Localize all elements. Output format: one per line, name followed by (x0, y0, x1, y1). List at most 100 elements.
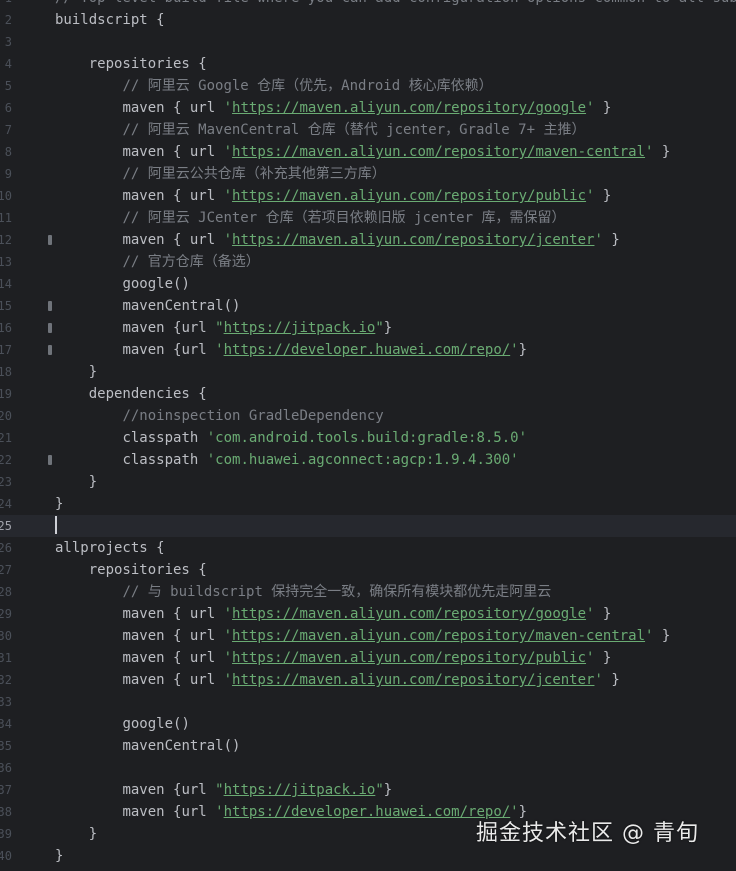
code-line[interactable]: 34 google() (0, 713, 736, 735)
code-text: maven { url (122, 672, 224, 688)
line-number: 19 (0, 387, 12, 401)
code-string: 'com.android.tools.build:gradle:8.5.0' (206, 430, 528, 446)
code-line[interactable]: 19 dependencies { (0, 383, 736, 405)
code-url[interactable]: https://maven.aliyun.com/repository/mave… (232, 628, 645, 644)
code-text: maven {url (122, 804, 216, 820)
code-line[interactable]: 12 maven { url 'https://maven.aliyun.com… (0, 229, 736, 251)
code-content: maven { url 'https://maven.aliyun.com/re… (55, 603, 611, 625)
code-url[interactable]: https://maven.aliyun.com/repository/jcen… (232, 672, 594, 688)
line-number: 5 (4, 79, 12, 93)
code-text: dependencies { (88, 386, 207, 402)
code-string: " (215, 782, 224, 798)
code-line[interactable]: 17 maven {url 'https://developer.huawei.… (0, 339, 736, 361)
code-url[interactable]: https://developer.huawei.com/repo/ (224, 804, 511, 820)
code-line[interactable]: 10 maven { url 'https://maven.aliyun.com… (0, 185, 736, 207)
code-line[interactable]: 5 // 阿里云 Google 仓库（优先，Android 核心库依赖） (0, 75, 736, 97)
line-number: 11 (0, 211, 12, 225)
line-number: 12 (0, 233, 12, 247)
code-line[interactable]: 27 repositories { (0, 559, 736, 581)
line-number: 24 (0, 497, 12, 511)
code-content: maven {url 'https://developer.huawei.com… (55, 801, 527, 823)
gutter-marker-icon[interactable] (48, 235, 52, 245)
code-line[interactable]: 40} (0, 845, 736, 867)
code-line[interactable]: 20 //noinspection GradleDependency (0, 405, 736, 427)
line-number: 28 (0, 585, 12, 599)
code-line[interactable]: 30 maven { url 'https://maven.aliyun.com… (0, 625, 736, 647)
code-string: ' (223, 650, 233, 666)
line-number: 29 (0, 607, 12, 621)
code-text: mavenCentral() (122, 298, 241, 314)
gutter-marker-icon[interactable] (48, 323, 52, 333)
code-content: // 阿里云 Google 仓库（优先，Android 核心库依赖） (55, 75, 493, 97)
code-url[interactable]: https://maven.aliyun.com/repository/goog… (232, 100, 586, 116)
line-number: 9 (4, 167, 12, 181)
code-url[interactable]: https://maven.aliyun.com/repository/publ… (232, 650, 586, 666)
code-line[interactable]: 6 maven { url 'https://maven.aliyun.com/… (0, 97, 736, 119)
line-number: 17 (0, 343, 12, 357)
code-url[interactable]: https://maven.aliyun.com/repository/publ… (232, 188, 586, 204)
code-content: // Top-level build file where you can ad… (55, 0, 736, 9)
gutter-marker-icon[interactable] (48, 455, 52, 465)
code-content: // 阿里云 JCenter 仓库（若项目依赖旧版 jcenter 库，需保留） (55, 207, 565, 229)
code-line[interactable]: 36 (0, 757, 736, 779)
gutter-marker-icon[interactable] (48, 345, 52, 355)
code-content: maven { url 'https://maven.aliyun.com/re… (55, 669, 620, 691)
line-number: 23 (0, 475, 12, 489)
code-line[interactable]: 33 (0, 691, 736, 713)
code-line[interactable]: 14 google() (0, 273, 736, 295)
code-line[interactable]: 37 maven {url "https://jitpack.io"} (0, 779, 736, 801)
code-line[interactable]: 29 maven { url 'https://maven.aliyun.com… (0, 603, 736, 625)
code-line[interactable]: 11 // 阿里云 JCenter 仓库（若项目依赖旧版 jcenter 库，需… (0, 207, 736, 229)
code-line[interactable]: 8 maven { url 'https://maven.aliyun.com/… (0, 141, 736, 163)
code-string: ' (223, 606, 233, 622)
gutter-marker-icon[interactable] (48, 301, 52, 311)
line-number: 1 (0, 0, 12, 9)
code-line[interactable]: 21 classpath 'com.android.tools.build:gr… (0, 427, 736, 449)
code-line[interactable]: 25 (0, 515, 736, 537)
code-line[interactable]: 13 // 官方仓库（备选） (0, 251, 736, 273)
code-line[interactable]: 23 } (0, 471, 736, 493)
code-comment: // 官方仓库（备选） (122, 254, 260, 270)
code-url[interactable]: https://maven.aliyun.com/repository/goog… (232, 606, 586, 622)
code-line[interactable]: 1 // Top-level build file where you can a… (0, 0, 736, 9)
code-string: ' (223, 188, 233, 204)
code-line[interactable]: 35 mavenCentral() (0, 735, 736, 757)
code-content: maven { url 'https://maven.aliyun.com/re… (55, 185, 611, 207)
code-url[interactable]: https://developer.huawei.com/repo/ (224, 342, 511, 358)
code-content: } (55, 493, 63, 515)
code-text: } (594, 100, 612, 116)
code-line[interactable]: 24} (0, 493, 736, 515)
code-line[interactable]: 16 maven {url "https://jitpack.io"} (0, 317, 736, 339)
code-text: maven { url (122, 232, 224, 248)
code-content: //noinspection GradleDependency (55, 405, 384, 427)
code-content: mavenCentral() (55, 295, 240, 317)
code-line[interactable]: 22 classpath 'com.huawei.agconnect:agcp:… (0, 449, 736, 471)
code-text: maven { url (122, 650, 224, 666)
code-line[interactable]: 15 mavenCentral() (0, 295, 736, 317)
code-content: } (55, 471, 97, 493)
code-text: maven { url (122, 188, 224, 204)
code-comment: // 阿里云 Google 仓库（优先，Android 核心库依赖） (122, 78, 493, 94)
code-line[interactable]: 3 (0, 31, 736, 53)
code-string: " (215, 320, 224, 336)
code-line[interactable]: 18 } (0, 361, 736, 383)
code-line[interactable]: 28 // 与 buildscript 保持完全一致，确保所有模块都优先走阿里云 (0, 581, 736, 603)
code-url[interactable]: https://maven.aliyun.com/repository/mave… (232, 144, 645, 160)
code-text: buildscript { (55, 12, 165, 28)
code-line[interactable]: 2 buildscript { (0, 9, 736, 31)
code-url[interactable]: https://maven.aliyun.com/repository/jcen… (232, 232, 594, 248)
code-text: } (602, 672, 620, 688)
code-line[interactable]: 4 repositories { (0, 53, 736, 75)
code-text: maven { url (122, 606, 224, 622)
code-line[interactable]: 7 // 阿里云 MavenCentral 仓库（替代 jcenter，Grad… (0, 119, 736, 141)
code-line[interactable]: 32 maven { url 'https://maven.aliyun.com… (0, 669, 736, 691)
code-url[interactable]: https://jitpack.io (224, 320, 376, 336)
code-string: ' (223, 672, 233, 688)
code-comment: //noinspection GradleDependency (122, 408, 384, 424)
code-line[interactable]: 9 // 阿里云公共仓库（补充其他第三方库） (0, 163, 736, 185)
code-url[interactable]: https://jitpack.io (224, 782, 376, 798)
code-content: mavenCentral() (55, 735, 240, 757)
code-editor[interactable]: 1 // Top-level build file where you can a… (0, 0, 736, 871)
code-line[interactable]: 26 allprojects { (0, 537, 736, 559)
code-line[interactable]: 31 maven { url 'https://maven.aliyun.com… (0, 647, 736, 669)
